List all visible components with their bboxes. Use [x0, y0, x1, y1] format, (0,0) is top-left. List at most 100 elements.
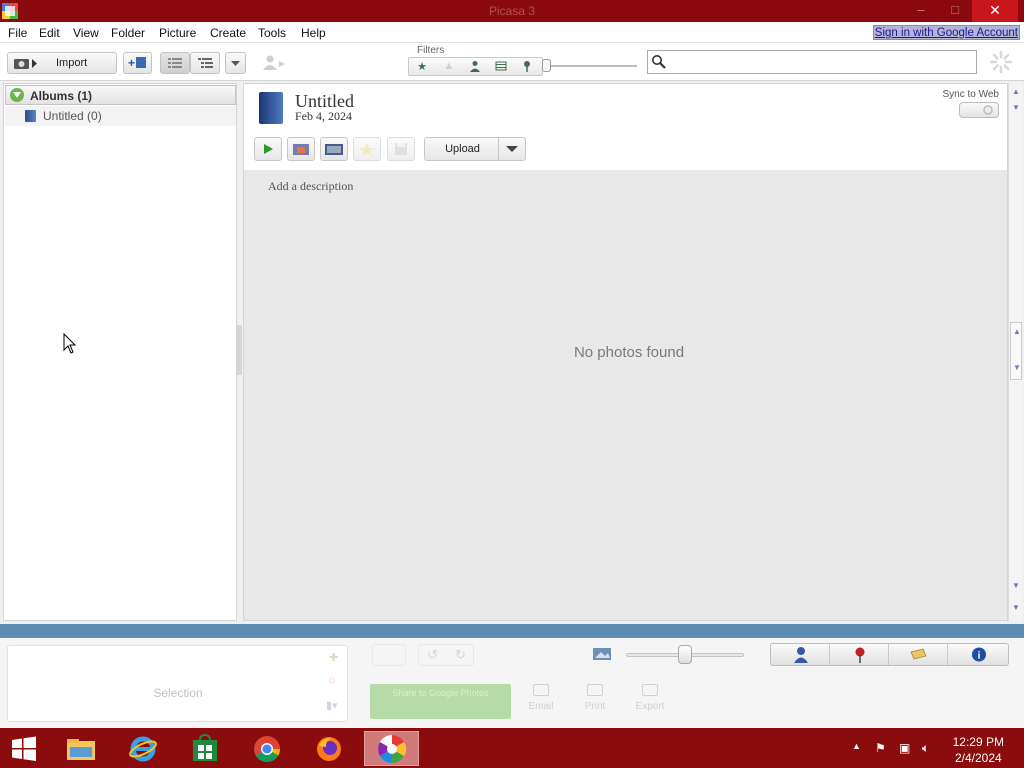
- start-button[interactable]: [0, 731, 48, 766]
- hold-pin-icon[interactable]: ✚: [329, 651, 338, 664]
- scroll-top-icon[interactable]: ▲: [1011, 87, 1021, 97]
- print-label: Print: [584, 701, 606, 712]
- clock-time: 12:29 PM: [952, 735, 1004, 749]
- close-button[interactable]: ✕: [972, 0, 1018, 22]
- movie-maker-button[interactable]: [320, 137, 348, 161]
- add-to-album-tray-icon[interactable]: ▮▾: [326, 699, 338, 712]
- sync-to-web-toggle[interactable]: [959, 102, 999, 118]
- tags-panel-button[interactable]: [889, 644, 948, 665]
- collage-button[interactable]: [287, 137, 315, 161]
- network-icon[interactable]: ▣: [899, 741, 910, 755]
- album-header-area: Untitled Feb 4, 2024 Sync to Web Upload: [244, 84, 1007, 170]
- sign-in-link[interactable]: Sign in with Google Account: [872, 25, 1020, 40]
- album-date[interactable]: Feb 4, 2024: [295, 109, 352, 124]
- library-panel: Albums (1) Untitled (0): [3, 83, 237, 621]
- minimize-button[interactable]: –: [904, 0, 938, 22]
- menu-file[interactable]: File: [8, 26, 27, 40]
- thumbnail-size-icon: [593, 648, 611, 660]
- star-icon: [359, 142, 375, 157]
- places-panel-button[interactable]: [830, 644, 889, 665]
- volume-muted-icon[interactable]: 🔈︎: [922, 741, 929, 756]
- filter-slider-track[interactable]: [547, 65, 637, 67]
- taskbar-store[interactable]: [179, 731, 231, 766]
- menu-view[interactable]: View: [73, 26, 99, 40]
- firefox-icon: [317, 736, 341, 761]
- menu-create[interactable]: Create: [210, 26, 246, 40]
- menu-folder[interactable]: Folder: [111, 26, 145, 40]
- menu-help[interactable]: Help: [301, 26, 326, 40]
- menu-tools[interactable]: Tools: [258, 26, 286, 40]
- filter-slider-thumb[interactable]: [542, 59, 551, 72]
- camera-icon: [14, 59, 37, 69]
- scroll-down-icon[interactable]: ▼: [1011, 581, 1021, 591]
- album-scrollbar[interactable]: ▲ ▼ ▲ ▼ ▼ ▼: [1008, 83, 1022, 621]
- album-list-item[interactable]: Untitled (0): [5, 106, 236, 126]
- play-icon: [264, 144, 273, 154]
- taskbar-firefox[interactable]: [303, 731, 355, 766]
- search-input[interactable]: [672, 54, 972, 70]
- star-filter-icon[interactable]: ★: [411, 60, 433, 73]
- rotate-button-group: ↺ ↻: [418, 644, 474, 666]
- albums-header-label: Albums (1): [30, 89, 93, 103]
- list-view-button[interactable]: [160, 52, 190, 74]
- filter-button-group: ★ ▲: [408, 57, 543, 76]
- thumbnail-zoom-thumb[interactable]: [678, 645, 693, 664]
- upload-label: Upload: [445, 143, 480, 155]
- chrome-icon: [254, 735, 281, 762]
- panel-splitter[interactable]: [237, 325, 242, 375]
- export-button[interactable]: Export: [633, 684, 667, 712]
- album-book-icon: [25, 110, 36, 122]
- geotag-filter-icon[interactable]: [516, 60, 538, 75]
- collapse-toggle-icon[interactable]: [10, 88, 24, 102]
- albums-section-header[interactable]: Albums (1): [5, 85, 236, 105]
- album-list-item-label: Untitled (0): [43, 109, 102, 123]
- tag-icon: [910, 648, 927, 660]
- menu-edit[interactable]: Edit: [39, 26, 60, 40]
- action-center-flag-icon[interactable]: ⚑: [875, 741, 886, 755]
- menu-picture[interactable]: Picture: [159, 26, 196, 40]
- share-to-google-photos-button[interactable]: Share to Google Photos: [370, 684, 511, 719]
- maximize-button[interactable]: □: [938, 0, 972, 22]
- search-field[interactable]: [647, 50, 977, 74]
- save-album-button[interactable]: [387, 137, 415, 161]
- list-view-icon: [168, 58, 182, 68]
- properties-panel-button[interactable]: i: [948, 644, 1007, 665]
- rotate-left-icon[interactable]: ↺: [427, 647, 438, 663]
- upload-filter-icon[interactable]: ▲: [438, 60, 460, 72]
- star-album-button[interactable]: [353, 137, 381, 161]
- add-to-album-button[interactable]: +: [123, 52, 152, 74]
- photo-tray: Selection ✚ ○ ▮▾ ↺ ↻ i Share to Google P…: [0, 638, 1024, 728]
- scroll-bottom-icon[interactable]: ▼: [1011, 603, 1021, 613]
- import-button[interactable]: Import: [7, 52, 117, 74]
- movie-filter-icon[interactable]: [490, 60, 512, 75]
- import-label: Import: [56, 57, 88, 69]
- add-description-field[interactable]: Add a description: [268, 179, 353, 194]
- clear-selection-icon[interactable]: ○: [328, 673, 335, 687]
- slideshow-button[interactable]: [254, 137, 282, 161]
- people-panel-button[interactable]: [771, 644, 830, 665]
- scroll-up-icon[interactable]: ▼: [1011, 103, 1021, 113]
- tree-view-icon: [198, 58, 213, 68]
- taskbar-internet-explorer[interactable]: [117, 731, 169, 766]
- selection-label: Selection: [153, 686, 203, 700]
- tray-separator: [0, 624, 1024, 638]
- taskbar-file-explorer[interactable]: [55, 731, 107, 766]
- person-filter-icon[interactable]: [464, 60, 486, 75]
- upload-button[interactable]: Upload: [424, 137, 526, 161]
- view-options-dropdown[interactable]: [225, 52, 246, 74]
- show-hidden-icons-icon[interactable]: ▲: [852, 741, 861, 751]
- tree-view-button[interactable]: [190, 52, 220, 74]
- print-button[interactable]: Print: [578, 684, 612, 712]
- people-manager-icon[interactable]: [261, 54, 287, 72]
- tray-tool-button[interactable]: [372, 644, 406, 666]
- email-button[interactable]: Email: [524, 684, 558, 712]
- upload-dropdown-icon[interactable]: [498, 138, 525, 160]
- scrollbar-thumb[interactable]: ▲ ▼: [1010, 322, 1022, 380]
- store-icon: [193, 733, 217, 761]
- map-pin-icon: [855, 647, 865, 663]
- taskbar-picasa[interactable]: [364, 731, 419, 766]
- taskbar-chrome[interactable]: [241, 731, 293, 766]
- rotate-right-icon[interactable]: ↻: [455, 647, 466, 663]
- system-clock[interactable]: 12:29 PM 2/4/2024: [953, 734, 1004, 766]
- thumb-up-arrow-icon: ▲: [1013, 327, 1021, 336]
